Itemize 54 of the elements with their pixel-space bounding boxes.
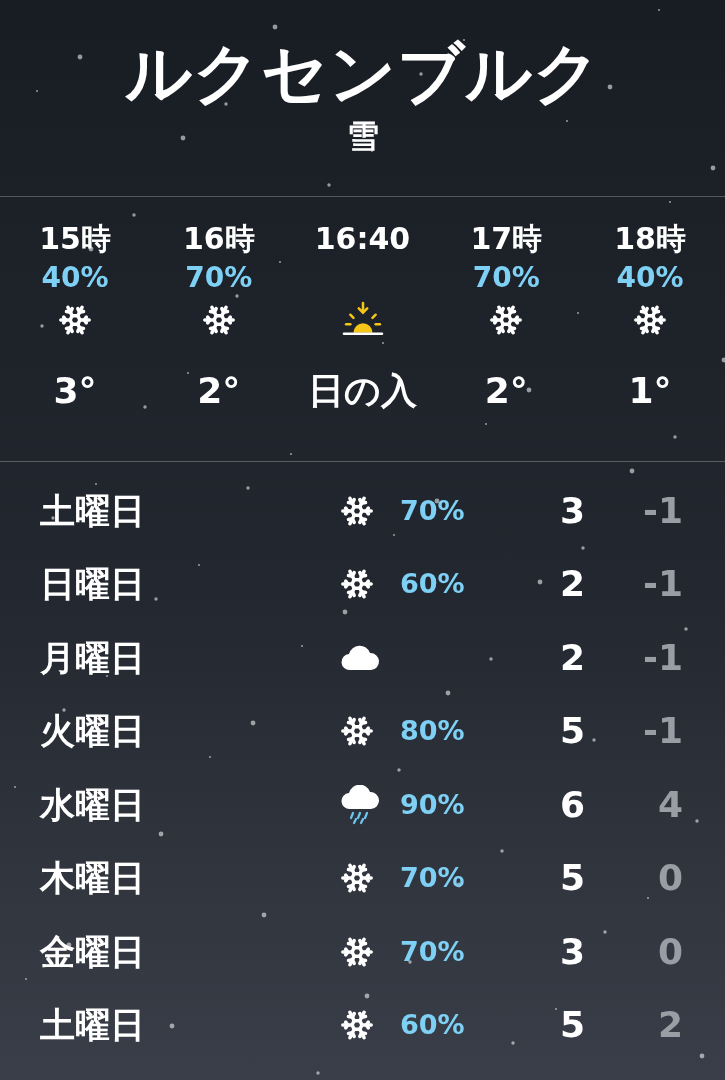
high-temperature: 5 [559, 856, 585, 901]
day-name: 木曜日 [40, 857, 146, 900]
day-name: 土曜日 [40, 489, 146, 533]
high-temperature: 2 [559, 635, 585, 680]
snowflake-icon [340, 493, 374, 528]
precipitation-chance: 70% [472, 260, 540, 296]
high-temperature: 5 [559, 709, 585, 754]
high-temperature: 5 [559, 1003, 585, 1048]
high-temperature: 3 [559, 488, 585, 533]
day-name: 水曜日 [40, 783, 146, 827]
hour-label: 17時 [470, 220, 543, 258]
precipitation-chance: 90% [400, 788, 465, 820]
low-temperature: 0 [657, 856, 683, 901]
low-temperature: -1 [643, 709, 683, 754]
precipitation-chance: 70% [400, 494, 465, 526]
snowflake-icon [489, 303, 524, 337]
day-name: 日曜日 [40, 563, 146, 606]
high-temperature: 2 [559, 562, 585, 607]
precipitation-chance: 70% [185, 260, 253, 296]
snowflake-icon [340, 934, 374, 969]
precipitation-chance: 70% [400, 862, 465, 893]
hour-temperature: 1° [628, 369, 672, 413]
low-temperature: -1 [643, 635, 683, 680]
day-name: 月曜日 [40, 636, 146, 680]
precipitation-chance: 70% [400, 935, 465, 967]
high-temperature: 6 [559, 782, 585, 827]
hour-temperature: 2° [484, 369, 528, 413]
rain-cloud-icon [340, 784, 380, 825]
city-name: ルクセンブルク [124, 34, 601, 114]
low-temperature: 2 [657, 1003, 683, 1048]
low-temperature: 0 [657, 929, 683, 974]
precipitation-chance: 60% [400, 1009, 465, 1040]
low-temperature: -1 [643, 488, 683, 533]
weather-condition: 雪 [346, 116, 379, 156]
high-temperature: 3 [559, 929, 585, 974]
hour-label: 16:40 [314, 220, 411, 258]
snowflake-icon [633, 303, 667, 337]
snowflake-icon [201, 303, 236, 337]
precipitation-chance: 60% [400, 568, 465, 599]
hour-label: 15時 [39, 220, 111, 258]
precipitation-chance: 40% [41, 260, 109, 296]
hour-temperature: 3° [53, 369, 97, 413]
sunset-label: 日の入 [308, 369, 417, 413]
hour-label: 16時 [182, 220, 255, 258]
precipitation-chance: 80% [400, 715, 465, 746]
snowflake-icon [58, 303, 92, 337]
precipitation-chance: 40% [616, 260, 684, 296]
low-temperature: -1 [643, 562, 683, 607]
hour-label: 18時 [614, 220, 686, 258]
day-name: 火曜日 [40, 710, 146, 753]
day-name: 金曜日 [40, 930, 146, 974]
hour-temperature: 2° [197, 369, 241, 413]
day-name: 土曜日 [40, 1004, 146, 1047]
low-temperature: 4 [657, 782, 683, 827]
